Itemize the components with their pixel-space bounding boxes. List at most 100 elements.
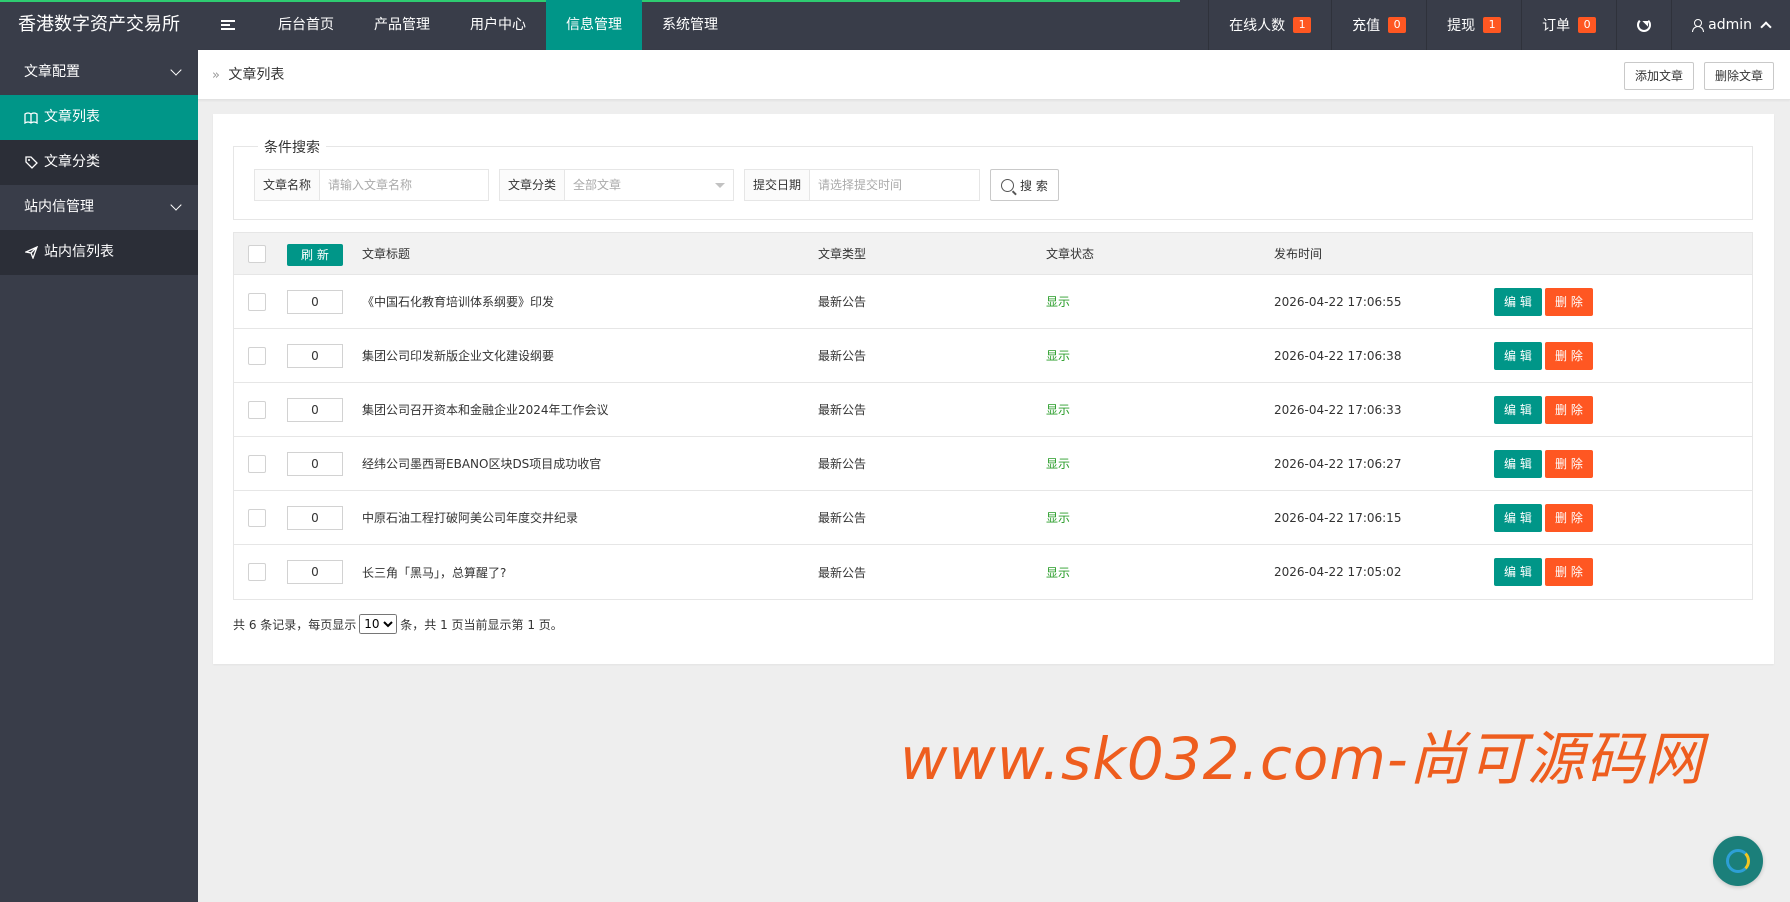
submit-date-field: 提交日期 [744, 169, 980, 201]
row-title: 经纬公司墨西哥EBANO区块DS项目成功收官 [362, 457, 602, 471]
delete-article-button[interactable]: 删除文章 [1704, 62, 1775, 90]
row-time: 2026-04-22 17:06:33 [1274, 402, 1402, 417]
sort-order-input[interactable] [287, 397, 343, 422]
refresh-button[interactable] [1616, 0, 1671, 50]
sidebar-item-label: 文章列表 [44, 109, 100, 125]
add-article-button[interactable]: 添加文章 [1624, 62, 1695, 90]
user-menu[interactable]: admin [1671, 0, 1790, 50]
edit-button[interactable]: 编 辑 [1494, 503, 1542, 532]
row-checkbox[interactable] [248, 292, 266, 311]
order-label: 订单 [1542, 18, 1571, 34]
row-title: 中原石油工程打破阿美公司年度交井纪录 [362, 511, 579, 525]
double-chevron-icon: » [212, 68, 220, 83]
article-category-label: 文章分类 [500, 170, 566, 200]
row-status: 显示 [1046, 295, 1071, 309]
submit-date-input[interactable] [810, 170, 977, 200]
select-all-checkbox[interactable] [248, 244, 266, 263]
table-row: 中原石油工程打破阿美公司年度交井纪录 最新公告 显示 2026-04-22 17:06… [234, 491, 1752, 545]
row-time: 2026-04-22 17:06:27 [1274, 456, 1402, 471]
dropdown-arrow-icon [715, 183, 725, 193]
sidebar-item-message-list[interactable]: 站内信列表 [0, 230, 198, 275]
tag-icon [24, 156, 38, 170]
sort-order-input[interactable] [287, 289, 343, 314]
chevron-down-icon [170, 64, 182, 76]
delete-button[interactable]: 删 除 [1545, 287, 1593, 316]
row-checkbox[interactable] [248, 563, 266, 581]
nav-item[interactable]: 后台首页 [258, 0, 354, 50]
sidebar-item-label: 文章分类 [44, 154, 100, 170]
row-title: 《中国石化教育培训体系纲要》印发 [362, 295, 555, 309]
user-name: admin [1708, 17, 1752, 33]
floating-chat-button[interactable] [1713, 836, 1763, 886]
nav-item[interactable]: 产品管理 [354, 0, 450, 50]
edit-button[interactable]: 编 辑 [1494, 341, 1542, 370]
menu-toggle-icon[interactable] [198, 0, 258, 50]
nav-item[interactable]: 信息管理 [546, 0, 642, 50]
sidebar-group-messages[interactable]: 站内信管理 [0, 185, 198, 230]
sort-order-input[interactable] [287, 343, 343, 368]
chevron-up-icon [1760, 21, 1772, 33]
delete-button[interactable]: 删 除 [1545, 503, 1593, 532]
sidebar-item-article-list[interactable]: 文章列表 [0, 95, 198, 140]
book-icon [24, 111, 38, 125]
search-legend: 条件搜索 [258, 137, 326, 157]
online-badge: 1 [1293, 17, 1312, 33]
sidebar-group-label: 站内信管理 [24, 199, 94, 215]
recharge-badge: 0 [1388, 17, 1407, 33]
edit-button[interactable]: 编 辑 [1494, 449, 1542, 478]
refresh-icon [1637, 18, 1652, 32]
table-body: 《中国石化教育培训体系纲要》印发最新公告显示2026-04-22 17:06:5… [234, 275, 1752, 599]
delete-button[interactable]: 删 除 [1545, 449, 1593, 478]
online-users[interactable]: 在线人数 1 [1208, 0, 1331, 50]
row-status: 显示 [1046, 403, 1071, 417]
sidebar-group-article-config[interactable]: 文章配置 [0, 50, 198, 95]
row-checkbox[interactable] [248, 454, 266, 473]
row-type: 最新公告 [818, 565, 867, 580]
col-type: 文章类型 [818, 247, 867, 261]
breadcrumb-current: 文章列表 [228, 67, 285, 83]
delete-button[interactable]: 删 除 [1545, 395, 1593, 424]
edit-button[interactable]: 编 辑 [1494, 395, 1542, 424]
table-row: 集团公司召开资本和金融企业2024年工作会议 最新公告 显示 2026-04-22 1… [234, 383, 1752, 437]
nav-item[interactable]: 用户中心 [450, 0, 546, 50]
row-time: 2026-04-22 17:05:02 [1274, 565, 1402, 579]
article-category-field: 文章分类 全部文章 [499, 169, 734, 201]
row-type: 最新公告 [818, 457, 867, 471]
table-row: 长三角「黑马」，总算醒了? 最新公告 显示 2026-04-22 17:05:02 编 … [234, 545, 1752, 599]
sidebar: 文章配置 文章列表 文章分类 站内信管理 站内信列表 [0, 50, 198, 902]
article-category-select[interactable]: 全部文章 [565, 170, 733, 200]
table-row: 《中国石化教育培训体系纲要》印发 最新公告 显示 2026-04-22 17:06:5… [234, 275, 1752, 329]
row-type: 最新公告 [818, 511, 867, 525]
refresh-button[interactable]: 刷 新 [287, 244, 343, 266]
delete-button[interactable]: 删 除 [1545, 341, 1593, 370]
delete-button[interactable]: 删 除 [1545, 558, 1593, 586]
sidebar-item-article-category[interactable]: 文章分类 [0, 140, 198, 185]
nav-item[interactable]: 系统管理 [642, 0, 738, 50]
page-size-select[interactable]: 10 [359, 614, 398, 634]
edit-button[interactable]: 编 辑 [1494, 558, 1542, 586]
main-nav: 后台首页 产品管理 用户中心 信息管理 系统管理 [258, 0, 738, 50]
article-name-field: 文章名称 [254, 169, 489, 201]
search-button[interactable]: 搜 索 [990, 169, 1059, 201]
pagination: 共 6 条记录，每页显示 10 条，共 1 页当前显示第 1 页。 [233, 614, 563, 634]
edit-button[interactable]: 编 辑 [1494, 287, 1542, 316]
order-link[interactable]: 订单 0 [1521, 0, 1616, 50]
sort-order-input[interactable] [287, 560, 343, 584]
row-time: 2026-04-22 17:06:38 [1274, 348, 1402, 363]
search-button-label: 搜 索 [1020, 178, 1048, 193]
article-name-input[interactable] [320, 170, 486, 200]
row-time: 2026-04-22 17:06:15 [1274, 510, 1402, 525]
recharge-link[interactable]: 充值 0 [1331, 0, 1426, 50]
withdraw-label: 提现 [1447, 18, 1476, 34]
withdraw-link[interactable]: 提现 1 [1426, 0, 1521, 50]
pager-prefix: 共 6 条记录，每页显示 [233, 617, 357, 632]
row-checkbox[interactable] [248, 346, 266, 365]
row-checkbox[interactable] [248, 508, 266, 527]
submit-date-label: 提交日期 [745, 170, 811, 200]
sort-order-input[interactable] [287, 505, 343, 530]
chat-icon [1726, 849, 1750, 873]
row-status: 显示 [1046, 511, 1071, 525]
sort-order-input[interactable] [287, 451, 343, 476]
row-checkbox[interactable] [248, 400, 266, 419]
row-status: 显示 [1046, 457, 1071, 471]
